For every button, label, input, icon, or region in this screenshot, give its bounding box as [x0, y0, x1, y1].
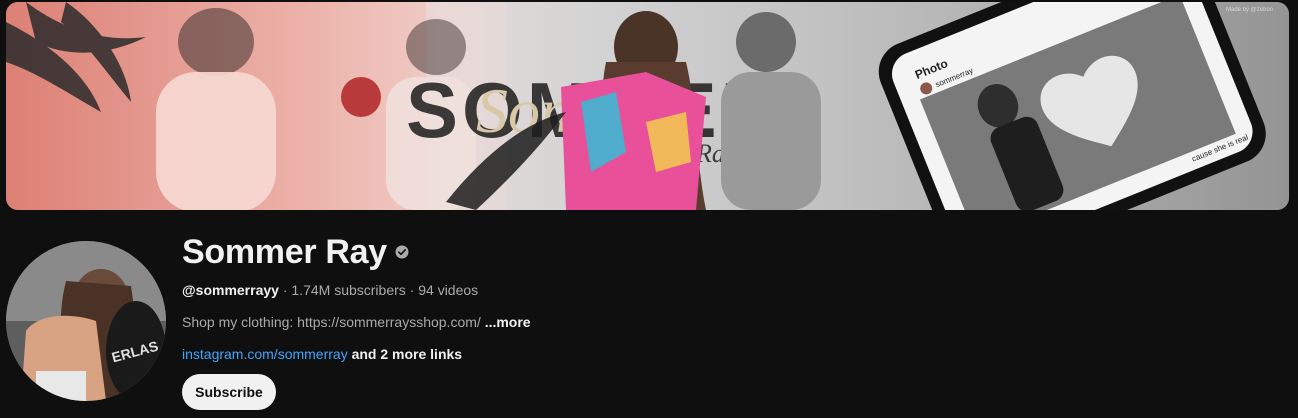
channel-header-page: SOMMER Sommer Ray Photo — [0, 0, 1298, 418]
banner-watermark: Made by @zeboo — [1226, 7, 1274, 13]
verified-check-icon — [395, 245, 409, 259]
subscriber-count: 1.74M subscribers — [291, 282, 406, 298]
channel-links: instagram.com/sommerray and 2 more links — [182, 344, 531, 364]
banner-artwork: SOMMER Sommer Ray Photo — [6, 2, 1289, 210]
description-text: Shop my clothing: https://sommerraysshop… — [182, 314, 485, 330]
more-links-button[interactable]: and 2 more links — [348, 346, 463, 362]
channel-description[interactable]: Shop my clothing: https://sommerraysshop… — [182, 312, 531, 332]
video-count: 94 videos — [418, 282, 479, 298]
channel-meta: @sommerrayy · 1.74M subscribers · 94 vid… — [182, 280, 531, 300]
channel-info: Sommer Ray @sommerrayy · 1.74M subscribe… — [182, 228, 531, 364]
channel-handle: @sommerrayy — [182, 282, 279, 298]
meta-separator: · — [405, 282, 419, 298]
description-more-button[interactable]: ...more — [485, 314, 531, 330]
avatar-image: ERLAS — [6, 241, 166, 401]
meta-separator: · — [278, 282, 292, 298]
channel-avatar[interactable]: ERLAS — [6, 241, 166, 401]
instagram-link[interactable]: instagram.com/sommerray — [182, 346, 348, 362]
title-row: Sommer Ray — [182, 228, 531, 276]
channel-name: Sommer Ray — [182, 232, 387, 271]
channel-banner: SOMMER Sommer Ray Photo — [6, 2, 1289, 210]
subscribe-button[interactable]: Subscribe — [182, 374, 276, 410]
